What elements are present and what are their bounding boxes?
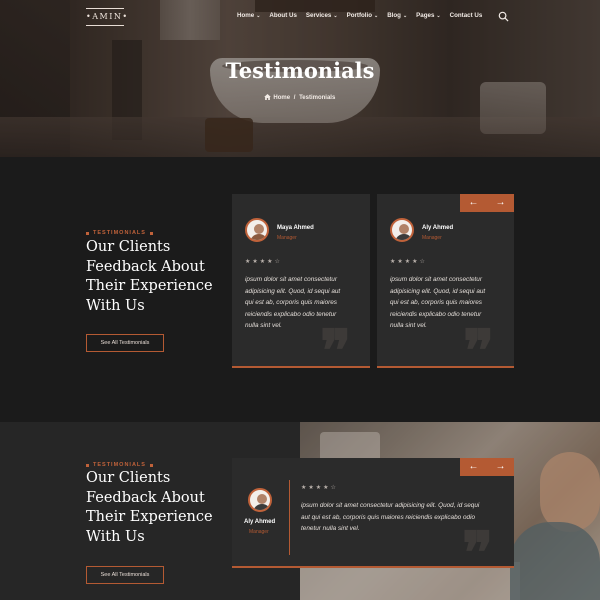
menu-label: About Us	[269, 12, 297, 19]
home-icon	[263, 94, 271, 100]
slider-arrows: ← →	[460, 194, 514, 212]
menu-label: Blog	[387, 12, 401, 19]
see-all-testimonials-button[interactable]: See All Testimonials	[86, 566, 164, 584]
menu-label: Pages	[416, 12, 435, 19]
breadcrumb: Home / Testimonials	[0, 94, 600, 101]
menu-item-about-us[interactable]: About Us	[269, 12, 297, 19]
top-navigation: •AMIN• Home ⌄ About Us Services ⌄ Portfoli…	[0, 0, 600, 34]
eyebrow-text: TESTIMONIALS	[93, 462, 146, 468]
arrow-right-icon[interactable]: →	[487, 458, 514, 476]
quote-icon: ❞	[320, 317, 352, 385]
search-icon[interactable]	[498, 11, 509, 22]
eyebrow-dot	[86, 231, 89, 235]
client-role: Manager	[277, 235, 297, 241]
eyebrow-dot	[86, 463, 89, 467]
client-role: Manager	[249, 529, 269, 535]
quote-icon: ❞	[462, 519, 494, 587]
section-heading: Our Clients Feedback About Their Experie…	[86, 469, 226, 547]
client-name: Aly Ahmed	[244, 519, 276, 525]
menu-label: Contact Us	[449, 12, 483, 19]
avatar	[390, 218, 414, 242]
menu-item-contact-us[interactable]: Contact Us	[450, 12, 483, 19]
arrow-left-icon[interactable]: ←	[460, 458, 487, 476]
star-rating: ★★★★☆	[245, 259, 282, 265]
chevron-down-icon: ⌄	[402, 12, 408, 19]
eyebrow-dot	[149, 231, 153, 235]
testimonial-card: Aly Ahmed Manager ★★★★☆ ipsum dolor sit …	[377, 194, 514, 380]
avatar	[248, 488, 272, 512]
chevron-down-icon: ⌄	[333, 12, 338, 19]
divider	[289, 480, 290, 555]
menu-item-portfolio[interactable]: Portfolio ⌄	[347, 12, 379, 19]
breadcrumb-separator: /	[293, 95, 296, 101]
heading-line: With Us	[86, 297, 145, 314]
client-name: Aly Ahmed	[422, 225, 454, 231]
heading-line: Their Experience	[86, 278, 213, 294]
heading-line: Feedback About	[86, 489, 205, 506]
testimonials-section-2: TESTIMONIALS Our Clients Feedback About …	[0, 422, 600, 600]
testimonials-section-1: TESTIMONIALS Our Clients Feedback About …	[0, 157, 600, 422]
chevron-down-icon: ⌄	[374, 12, 379, 19]
menu-label: Portfolio	[346, 12, 373, 19]
site-logo[interactable]: •AMIN•	[86, 8, 127, 26]
heading-line: Their Experience	[86, 509, 213, 525]
client-name: Maya Ahmed	[277, 225, 314, 231]
section-eyebrow: TESTIMONIALS	[86, 230, 157, 236]
see-all-testimonials-button[interactable]: See All Testimonials	[86, 334, 164, 352]
arrow-left-icon[interactable]: ←	[460, 194, 487, 212]
menu-item-blog[interactable]: Blog ⌄	[387, 12, 407, 19]
logo-text: AMIN	[92, 12, 123, 21]
heading-line: With Us	[86, 528, 145, 545]
slider-arrows: ← →	[460, 458, 514, 476]
page-title: Testimonials	[225, 58, 375, 83]
menu-item-pages[interactable]: Pages ⌄	[416, 12, 440, 19]
section-heading: Our Clients Feedback About Their Experie…	[86, 238, 226, 316]
section-eyebrow: TESTIMONIALS	[86, 462, 157, 468]
chevron-down-icon: ⌄	[256, 12, 261, 19]
main-menu: Home ⌄ About Us Services ⌄ Portfolio ⌄ Blog…	[237, 12, 491, 19]
menu-item-home[interactable]: Home ⌄	[237, 12, 260, 19]
star-rating: ★★★★☆	[390, 259, 427, 265]
client-role: Manager	[422, 235, 442, 241]
eyebrow-text: TESTIMONIALS	[93, 230, 146, 236]
menu-item-services[interactable]: Services ⌄	[306, 12, 338, 19]
heading-line: Our Clients	[86, 239, 171, 255]
chevron-down-icon: ⌄	[436, 12, 441, 19]
arrow-right-icon[interactable]: →	[487, 194, 514, 212]
menu-label: Home	[237, 12, 255, 19]
star-rating: ★★★★☆	[301, 485, 338, 491]
heading-line: Our Clients	[86, 470, 171, 486]
heading-line: Feedback About	[86, 258, 205, 275]
hero-banner: •AMIN• Home ⌄ About Us Services ⌄ Portfoli…	[0, 0, 600, 157]
menu-label: Services	[305, 12, 332, 19]
quote-icon: ❞	[463, 317, 495, 385]
breadcrumb-current: Testimonials	[299, 95, 336, 101]
testimonial-card: Maya Ahmed Manager ★★★★☆ ipsum dolor sit…	[232, 194, 370, 380]
breadcrumb-home-link[interactable]: Home	[273, 95, 290, 101]
eyebrow-dot	[149, 463, 153, 467]
avatar	[245, 218, 269, 242]
